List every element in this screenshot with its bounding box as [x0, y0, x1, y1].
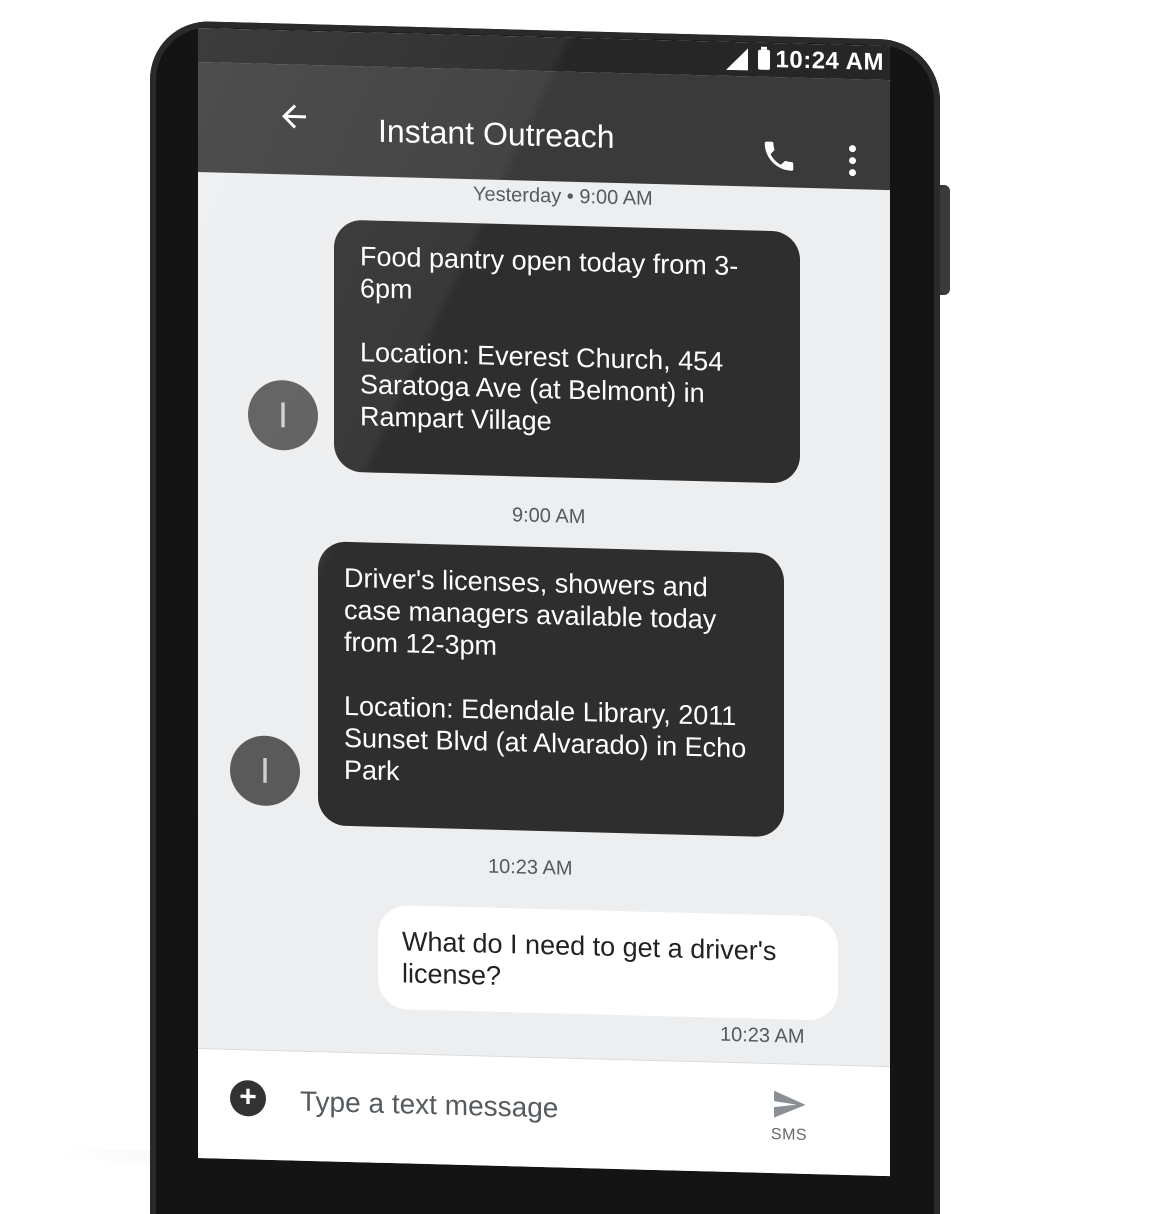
avatar-initial: I [277, 394, 288, 436]
outgoing-message-bubble[interactable]: What do I need to get a driver's license… [378, 904, 838, 1021]
message-text: What do I need to get a driver's license… [402, 926, 777, 991]
more-vert-icon[interactable] [846, 145, 858, 185]
sender-avatar[interactable]: I [230, 734, 300, 807]
sender-avatar[interactable]: I [248, 379, 318, 452]
message-timestamp: Yesterday • 9:00 AM [473, 183, 653, 210]
sent-time: 10:23 AM [720, 1023, 805, 1048]
message-text: Location: Everest Church, 454 Saratoga A… [360, 337, 724, 437]
message-input[interactable] [298, 1075, 732, 1139]
battery-icon [758, 49, 770, 70]
avatar-initial: I [259, 749, 270, 791]
more-dot [848, 157, 856, 165]
add-circle-icon[interactable]: + [230, 1079, 266, 1117]
send-icon [774, 1090, 806, 1118]
more-dot [848, 169, 856, 177]
signal-icon [726, 47, 748, 71]
incoming-message-bubble[interactable]: Food pantry open today from 3-6pm Locati… [334, 219, 800, 484]
send-label: SMS [770, 1126, 808, 1144]
status-time: 10:24 AM [775, 46, 884, 76]
compose-bar: + SMS [198, 1048, 890, 1177]
phone-screen: 10:24 AM Instant Outreach Yesterday • 9:… [198, 28, 890, 1177]
conversation-title: Instant Outreach [378, 112, 615, 155]
message-text: Location: Edendale Library, 2011 Sunset … [344, 690, 747, 787]
app-bar: Instant Outreach [198, 62, 890, 191]
phone-wrapper: 10:24 AM Instant Outreach Yesterday • 9:… [0, 0, 1154, 1214]
back-arrow-icon[interactable] [276, 98, 316, 139]
back-arrow-svg [282, 104, 306, 129]
incoming-message-bubble[interactable]: Driver's licenses, showers and case mana… [318, 541, 784, 838]
message-text: Driver's licenses, showers and case mana… [344, 562, 717, 661]
more-dot [848, 145, 856, 153]
product-photo: 10:24 AM Instant Outreach Yesterday • 9:… [0, 0, 1154, 1214]
message-timestamp: 10:23 AM [488, 855, 573, 880]
message-text: Food pantry open today from 3-6pm [360, 241, 739, 305]
phone-icon[interactable] [760, 137, 800, 178]
message-timestamp: 9:00 AM [512, 504, 586, 529]
status-icons [726, 47, 770, 71]
send-button[interactable]: SMS [764, 1086, 814, 1167]
phone-svg [764, 141, 794, 171]
